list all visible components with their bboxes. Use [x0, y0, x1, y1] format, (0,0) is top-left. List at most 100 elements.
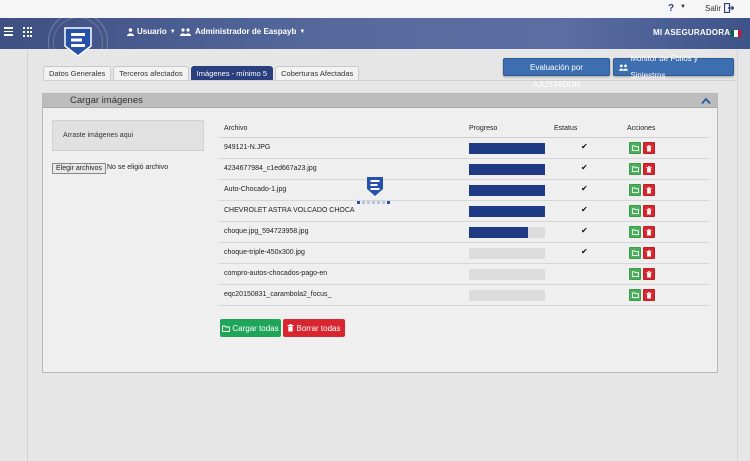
progress-bar [469, 164, 545, 175]
brand-logo-icon[interactable] [62, 26, 94, 58]
progress-fill [469, 227, 529, 238]
tab-bar: Datos Generales Terceros afectados Imáge… [43, 66, 360, 80]
upload-file-icon[interactable] [629, 163, 641, 175]
table-row: 4234677984_c1ed667a23.jpg ✔ [219, 159, 709, 180]
table-body: 949121-N.JPG ✔ 4234677984_c1ed667a23.jpg ✔ A… [219, 138, 709, 306]
chevron-up-icon[interactable] [701, 97, 711, 105]
col-archivo: Archivo [224, 125, 248, 132]
delete-file-icon[interactable] [643, 226, 655, 238]
exit-icon[interactable] [724, 3, 734, 13]
upload-file-icon[interactable] [629, 289, 641, 301]
col-acciones: Acciones [627, 125, 656, 132]
progress-bar [469, 206, 545, 217]
delete-all-button[interactable]: Borrar todas [283, 319, 345, 337]
no-file-label: No se eligió archivo [107, 164, 169, 171]
upload-file-icon[interactable] [629, 268, 641, 280]
chevron-down-icon: ▼ [299, 28, 306, 35]
progress-bar [469, 143, 545, 154]
panel-title: Cargar imágenes [70, 95, 143, 106]
progress-bar [469, 227, 545, 238]
progress-bar [469, 185, 545, 196]
delete-all-label: Borrar todas [296, 323, 341, 333]
table-header: Archivo Progreso Estatus Acciones [219, 122, 709, 138]
users-group-icon [180, 27, 191, 36]
panel-header[interactable]: Cargar imágenes [43, 94, 717, 108]
table-row: choque-triple-450x300.jpg ✔ [219, 243, 709, 264]
progress-fill [469, 185, 545, 196]
trash-icon [287, 324, 294, 332]
file-name: 949121-N.JPG [224, 144, 271, 151]
question-flag-icon[interactable]: ? [668, 3, 674, 14]
check-icon: ✔ [581, 163, 588, 172]
file-name: choque.jpg_594723958.jpg [224, 228, 309, 235]
user-menu[interactable]: Usuario ▼ [127, 27, 176, 36]
upload-file-icon[interactable] [629, 247, 641, 259]
delete-file-icon[interactable] [643, 205, 655, 217]
progress-fill [469, 206, 545, 217]
col-estatus: Estatus [554, 125, 578, 132]
table-row: CHEVROLET ASTRA VOLCADO CHOCA ✔ [219, 201, 709, 222]
insurer-brand-name: MI ASEGURADORA [653, 28, 731, 37]
upload-file-icon[interactable] [629, 142, 641, 154]
delete-file-icon[interactable] [643, 247, 655, 259]
progress-bar [469, 269, 545, 280]
file-name: Auto-Chocado-1.jpg [224, 186, 287, 193]
upload-all-label: Cargar todas [232, 323, 279, 333]
check-icon: ✔ [581, 226, 588, 235]
image-dropzone[interactable]: Arraste imágenes aqui [52, 120, 204, 151]
tab-imagenes[interactable]: Imágenes - mínimo 5 [190, 66, 274, 80]
table-row: choque.jpg_594723958.jpg ✔ [219, 222, 709, 243]
file-name: 4234677984_c1ed667a23.jpg [224, 165, 317, 172]
chevron-down-icon[interactable]: ▼ [680, 4, 686, 10]
upload-file-icon[interactable] [629, 205, 641, 217]
upload-all-button[interactable]: Cargar todas [220, 319, 281, 337]
apps-grid-icon[interactable] [23, 27, 33, 37]
file-name: CHEVROLET ASTRA VOLCADO CHOCA [224, 207, 355, 214]
upload-table: Archivo Progreso Estatus Acciones 949121… [219, 122, 709, 306]
hamburger-menu-icon[interactable] [4, 27, 13, 36]
mexico-flag-icon [731, 30, 741, 37]
table-row: compro-autos-chocados-pago-en [219, 264, 709, 285]
delete-file-icon[interactable] [643, 184, 655, 196]
progress-bar [469, 248, 545, 259]
progress-fill [469, 164, 545, 175]
top-utility-bar: ? ▼ Salir [0, 0, 750, 18]
check-icon: ✔ [581, 247, 588, 256]
progress-bar [469, 290, 545, 301]
user-menu-label: Usuario [137, 27, 167, 36]
tab-datos-generales[interactable]: Datos Generales [43, 66, 112, 80]
delete-file-icon[interactable] [643, 142, 655, 154]
upload-file-icon[interactable] [629, 226, 641, 238]
upload-panel: Cargar imágenes Arraste imágenes aqui El… [42, 93, 718, 373]
evaluacion-ajustador-button[interactable]: Evaluación por AJUSTADOR [503, 58, 610, 89]
tab-coberturas-afectadas[interactable]: Coberturas Afectadas [275, 66, 360, 80]
tab-terceros-afectados[interactable]: Terceros afectados [113, 66, 189, 80]
admin-menu-label: Administrador de Easpayb [195, 27, 297, 36]
chevron-down-icon: ▼ [169, 28, 176, 35]
dropzone-label: Arraste imágenes aqui [63, 132, 134, 139]
folder-icon [222, 325, 231, 332]
admin-menu[interactable]: Administrador de Easpayb ▼ [180, 27, 305, 36]
table-row: Auto-Chocado-1.jpg ✔ [219, 180, 709, 201]
file-name: eqc20150831_carambola2_focus_ [224, 291, 332, 298]
delete-file-icon[interactable] [643, 268, 655, 280]
delete-file-icon[interactable] [643, 289, 655, 301]
users-group-icon [619, 64, 628, 71]
check-icon: ✔ [581, 184, 588, 193]
upload-file-icon[interactable] [629, 184, 641, 196]
user-icon [127, 27, 134, 36]
choose-files-button[interactable]: Elegir archivos [52, 163, 106, 174]
check-icon: ✔ [581, 142, 588, 151]
table-row: 949121-N.JPG ✔ [219, 138, 709, 159]
file-name: compro-autos-chocados-pago-en [224, 270, 328, 277]
col-progreso: Progreso [469, 125, 498, 132]
file-name: choque-triple-450x300.jpg [224, 249, 305, 256]
progress-fill [469, 143, 545, 154]
check-icon: ✔ [581, 205, 588, 214]
monitor-folios-button[interactable]: Monitor de Folios y Siniestros [613, 54, 734, 80]
table-row: eqc20150831_carambola2_focus_ [219, 285, 709, 306]
logout-link[interactable]: Salir [705, 4, 721, 13]
loading-spinner-icon [357, 177, 390, 204]
monitor-folios-label: Monitor de Folios y Siniestros [630, 54, 698, 80]
delete-file-icon[interactable] [643, 163, 655, 175]
